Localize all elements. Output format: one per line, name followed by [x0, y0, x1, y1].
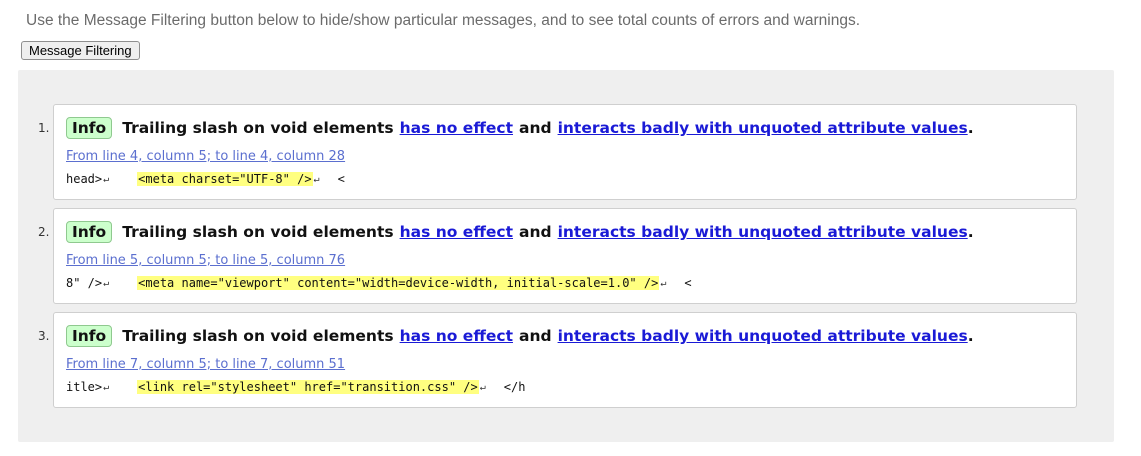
message-item: Info Trailing slash on void elements has…	[53, 208, 1077, 304]
has-no-effect-link[interactable]: has no effect	[400, 327, 513, 345]
intro-text: Use the Message Filtering button below t…	[26, 12, 861, 29]
location-link[interactable]: From line 4, column 5; to line 4, column…	[66, 149, 345, 164]
message-number: 1.	[38, 121, 50, 135]
message-conjunction: and	[518, 327, 552, 345]
has-no-effect-link[interactable]: has no effect	[400, 223, 513, 241]
message-item: Info Trailing slash on void elements has…	[53, 312, 1077, 408]
message-text: Trailing slash on void elements	[122, 119, 394, 137]
extract-highlight: <meta name="viewport" content="width=dev…	[137, 276, 660, 290]
message-filtering-button[interactable]: Message Filtering	[21, 41, 140, 60]
message-text: Trailing slash on void elements	[122, 223, 394, 241]
message-period: .	[967, 119, 974, 137]
extract-before: itle>	[66, 380, 103, 394]
extract-after: </h	[503, 380, 526, 394]
extract-before: 8" />	[66, 276, 103, 290]
return-icon: ↵	[660, 277, 667, 289]
info-badge: Info	[66, 221, 113, 243]
info-badge: Info	[66, 325, 113, 347]
message-text: Trailing slash on void elements	[122, 327, 394, 345]
message-period: .	[967, 327, 974, 345]
message-number: 2.	[38, 225, 50, 239]
has-no-effect-link[interactable]: has no effect	[400, 119, 513, 137]
info-badge: Info	[66, 117, 113, 139]
message-conjunction: and	[518, 119, 552, 137]
messages-panel: 1. Info Trailing slash on void elements …	[18, 70, 1114, 442]
return-icon: ↵	[103, 381, 110, 393]
location-link[interactable]: From line 5, column 5; to line 5, column…	[66, 253, 345, 268]
message-headline: Info Trailing slash on void elements has…	[66, 325, 974, 347]
unquoted-attribute-link[interactable]: interacts badly with unquoted attribute …	[558, 327, 968, 345]
code-extract: head> ↵ <meta charset="UTF-8" /> ↵ <	[66, 172, 345, 186]
code-extract: itle> ↵ <link rel="stylesheet" href="tra…	[66, 380, 525, 394]
return-icon: ↵	[103, 173, 110, 185]
extract-before: head>	[66, 172, 103, 186]
location-link[interactable]: From line 7, column 5; to line 7, column…	[66, 357, 345, 372]
extract-after: <	[684, 276, 692, 290]
unquoted-attribute-link[interactable]: interacts badly with unquoted attribute …	[558, 223, 968, 241]
return-icon: ↵	[479, 381, 486, 393]
extract-highlight: <link rel="stylesheet" href="transition.…	[137, 380, 479, 394]
message-headline: Info Trailing slash on void elements has…	[66, 221, 974, 243]
message-item: Info Trailing slash on void elements has…	[53, 104, 1077, 200]
return-icon: ↵	[313, 173, 320, 185]
message-conjunction: and	[518, 223, 552, 241]
extract-after: <	[337, 172, 345, 186]
message-headline: Info Trailing slash on void elements has…	[66, 117, 974, 139]
message-number: 3.	[38, 329, 50, 343]
extract-highlight: <meta charset="UTF-8" />	[137, 172, 313, 186]
message-period: .	[967, 223, 974, 241]
return-icon: ↵	[103, 277, 110, 289]
code-extract: 8" /> ↵ <meta name="viewport" content="w…	[66, 276, 692, 290]
unquoted-attribute-link[interactable]: interacts badly with unquoted attribute …	[558, 119, 968, 137]
